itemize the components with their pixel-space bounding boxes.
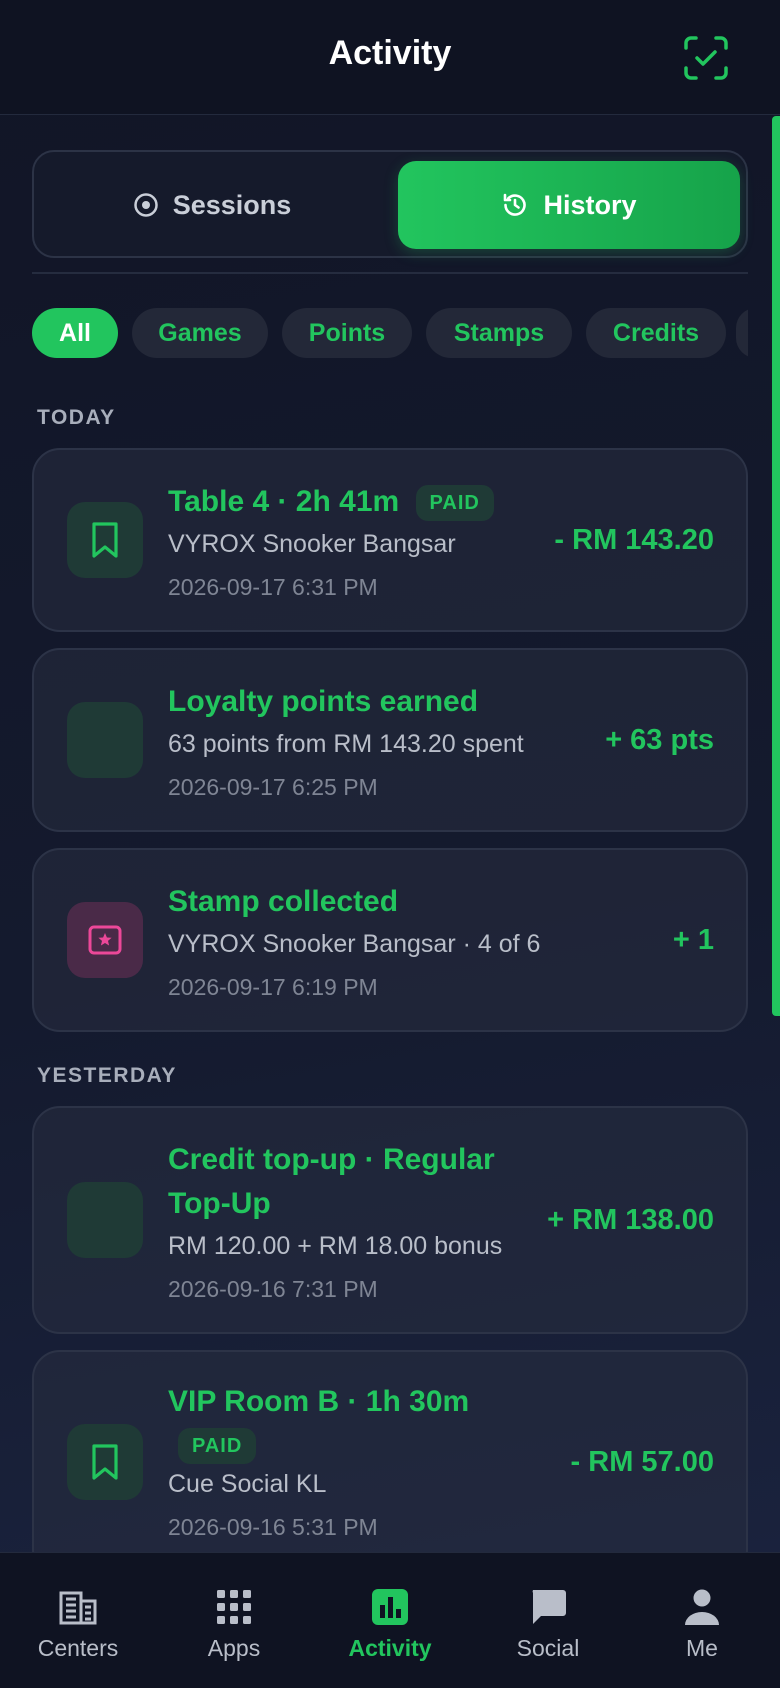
tab-sessions-label: Sessions [172,189,292,220]
section-label-yesterday: YESTERDAY [37,1064,177,1087]
scrollbar[interactable] [772,116,780,1016]
filter-chip-all[interactable]: All [32,308,118,358]
filter-chip-partial[interactable] [736,308,748,358]
card-subtitle: RM 120.00 + RM 18.00 bonus [168,1232,503,1260]
card-timestamp: 2026-09-17 6:19 PM [168,974,378,1000]
scan-check-icon[interactable] [682,34,730,82]
card-timestamp: 2026-09-16 7:31 PM [168,1276,378,1302]
header: Activity [0,0,780,115]
nav-item-activity[interactable]: Activity [320,1587,460,1662]
tab-sessions[interactable]: Sessions [44,161,380,249]
filter-chip-credits[interactable]: Credits [586,308,726,358]
filter-chip-games[interactable]: Games [132,308,268,358]
bottom-nav: Centers Apps Activity Social Me [0,1552,780,1688]
filter-chip-points[interactable]: Points [282,308,412,358]
card-amount: + RM 138.00 [547,1204,714,1236]
card-timestamp: 2026-09-16 5:31 PM [168,1514,378,1540]
segmented-control: Sessions History [32,150,748,258]
card-title: Stamp collected [168,885,399,918]
card-timestamp: 2026-09-17 6:25 PM [168,774,378,800]
chat-icon [532,1590,566,1624]
card-amount: + 1 [672,924,714,956]
card-subtitle: Cue Social KL [168,1470,327,1498]
card-amount: - RM 143.20 [554,524,714,556]
filter-chip-stamps[interactable]: Stamps [426,308,572,358]
card-title: VIP Room B · 1h 30m [168,1385,470,1418]
history-card-loyalty-points[interactable]: Loyalty points earned 63 points from RM … [32,648,748,832]
card-timestamp: 2026-09-17 6:31 PM [168,574,378,600]
card-amount: + 63 pts [605,724,714,756]
divider [32,272,748,274]
activity-screen: Activity Sessions History All Games Poin… [0,0,780,1688]
user-icon [685,1589,719,1625]
points-icon [67,702,143,778]
status-badge: PAID [178,1428,257,1464]
bar-chart-icon [372,1589,408,1625]
grid-icon [217,1590,251,1624]
credit-icon [67,1182,143,1258]
history-card-table-4[interactable]: Table 4 · 2h 41m PAID VYROX Snooker Bang… [32,448,748,632]
card-subtitle: VYROX Snooker Bangsar · 4 of 6 [168,930,541,958]
history-card-credit-topup[interactable]: Credit top-up · Regular Top-Up RM 120.00… [32,1106,748,1334]
card-subtitle: VYROX Snooker Bangsar [168,530,456,558]
bookmark-icon [67,1424,143,1500]
card-amount: - RM 57.00 [570,1446,714,1478]
bookmark-icon [67,502,143,578]
tab-history[interactable]: History [398,161,740,249]
nav-item-social[interactable]: Social [478,1587,618,1662]
card-subtitle: 63 points from RM 143.20 spent [168,730,524,758]
page-title: Activity [328,34,452,72]
nav-item-apps[interactable]: Apps [164,1587,304,1662]
stamp-star-icon [67,902,143,978]
section-label-today: TODAY [37,406,116,429]
filter-chips: All Games Points Stamps Credits [32,308,748,358]
tab-history-label: History [543,189,637,220]
nav-item-me[interactable]: Me [632,1587,772,1662]
card-title: Table 4 · 2h 41m PAID [168,480,494,524]
card-title: Loyalty points earned [168,685,479,718]
history-card-stamp[interactable]: Stamp collected VYROX Snooker Bangsar · … [32,848,748,1032]
history-icon [504,193,527,216]
history-card-vip-room[interactable]: VIP Room B · 1h 30m PAID Cue Social KL 2… [32,1350,748,1578]
radio-target-icon [133,193,158,217]
building-icon [59,1591,97,1625]
nav-item-centers[interactable]: Centers [8,1587,148,1662]
status-badge: PAID [415,485,494,522]
card-title: Credit top-up · Regular Top-Up [168,1143,495,1220]
